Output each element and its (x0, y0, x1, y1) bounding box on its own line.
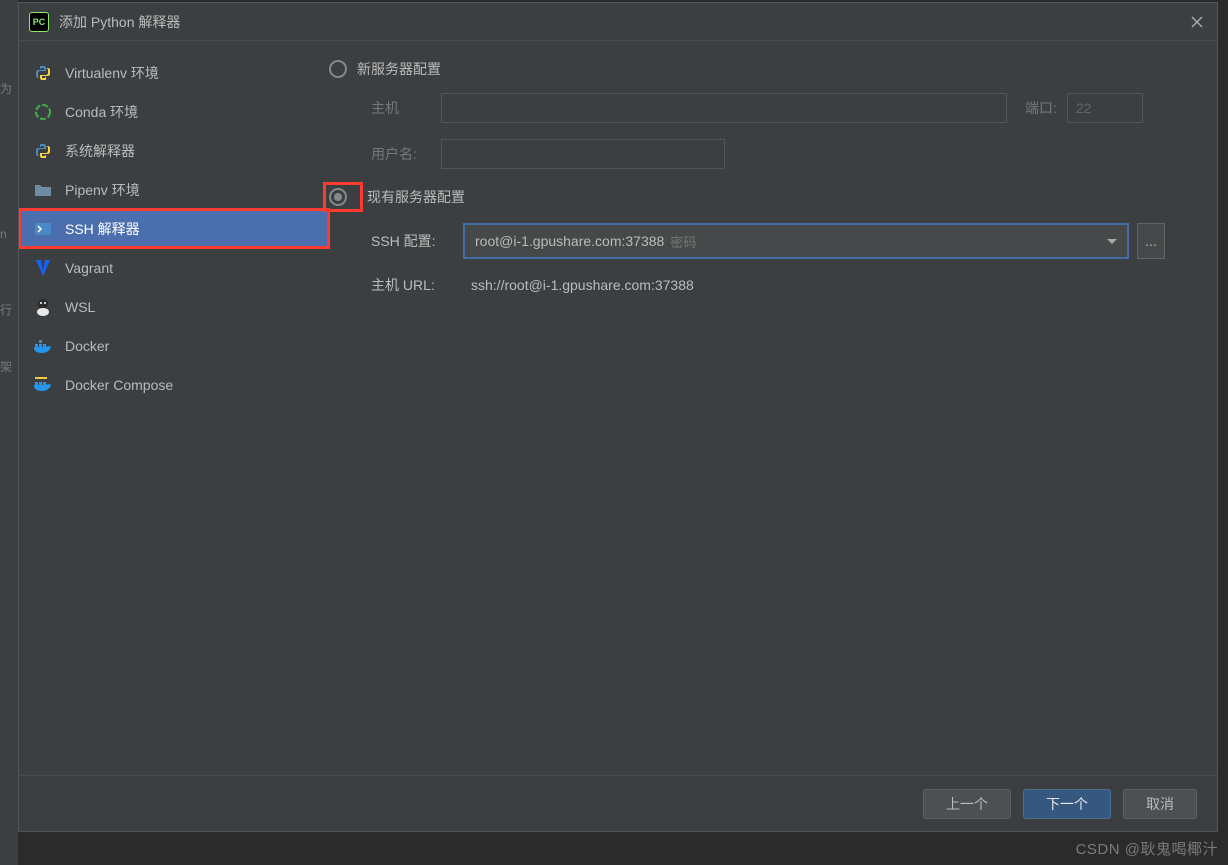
host-url-label: 主机 URL: (371, 275, 463, 295)
ssh-config-value: root@i-1.gpushare.com:37388 (475, 233, 664, 249)
chevron-down-icon (1107, 239, 1117, 244)
sidebar-item-label: Docker Compose (65, 377, 173, 393)
ssh-config-more-button[interactable]: ... (1137, 223, 1165, 259)
host-label: 主机 (371, 98, 441, 118)
sidebar-item-label: Conda 环境 (65, 102, 138, 122)
close-button[interactable] (1187, 12, 1207, 32)
host-url-value: ssh://root@i-1.gpushare.com:37388 (471, 277, 694, 293)
sidebar-item-label: Docker (65, 338, 109, 354)
conda-icon (33, 102, 53, 122)
watermark: CSDN @耿鬼喝椰汁 (1076, 838, 1218, 859)
python-icon (33, 63, 53, 83)
cancel-button[interactable]: 取消 (1123, 789, 1197, 819)
sidebar-item-label: WSL (65, 299, 95, 315)
sidebar-item-label: SSH 解释器 (65, 219, 140, 239)
sidebar-item-label: 系统解释器 (65, 141, 135, 161)
ssh-config-label: SSH 配置: (371, 231, 463, 251)
pycharm-icon: PC (29, 12, 49, 32)
next-button[interactable]: 下一个 (1023, 789, 1111, 819)
dialog-title: 添加 Python 解释器 (59, 12, 1187, 32)
prev-button[interactable]: 上一个 (923, 789, 1011, 819)
folder-icon (33, 180, 53, 200)
sidebar-item-virtualenv[interactable]: Virtualenv 环境 (19, 53, 329, 92)
radio-new-server[interactable] (329, 60, 347, 78)
sidebar-item-system[interactable]: 系统解释器 (19, 131, 329, 170)
add-interpreter-dialog: PC 添加 Python 解释器 Virtualenv 环境 Conda 环境 … (18, 2, 1218, 832)
python-icon (33, 141, 53, 161)
ssh-config-select[interactable]: root@i-1.gpushare.com:37388 密码 (463, 223, 1129, 259)
port-label: 端口: (1025, 98, 1057, 118)
docker-compose-icon (33, 375, 53, 395)
ide-gutter: 为 n 行 架 (0, 0, 18, 865)
sidebar-item-wsl[interactable]: WSL (19, 287, 329, 326)
sidebar-item-label: Vagrant (65, 260, 113, 276)
sidebar-item-ssh[interactable]: SSH 解释器 (19, 209, 329, 248)
ssh-config-hint: 密码 (670, 232, 696, 251)
radio-existing-server-label: 现有服务器配置 (367, 187, 465, 207)
radio-new-server-label: 新服务器配置 (357, 59, 441, 79)
sidebar-item-conda[interactable]: Conda 环境 (19, 92, 329, 131)
radio-existing-server[interactable] (329, 188, 347, 206)
docker-icon (33, 336, 53, 356)
linux-icon (33, 297, 53, 317)
dialog-footer: 上一个 下一个 取消 (19, 775, 1217, 831)
vagrant-icon (33, 258, 53, 278)
port-input[interactable] (1067, 93, 1143, 123)
host-input[interactable] (441, 93, 1007, 123)
sidebar-item-pipenv[interactable]: Pipenv 环境 (19, 170, 329, 209)
interpreter-type-sidebar: Virtualenv 环境 Conda 环境 系统解释器 Pipenv 环境 S… (19, 41, 329, 775)
sidebar-item-label: Pipenv 环境 (65, 180, 140, 200)
username-input[interactable] (441, 139, 725, 169)
username-label: 用户名: (371, 144, 441, 164)
sidebar-item-docker[interactable]: Docker (19, 326, 329, 365)
sidebar-item-docker-compose[interactable]: Docker Compose (19, 365, 329, 404)
sidebar-item-label: Virtualenv 环境 (65, 63, 159, 83)
ssh-icon (33, 219, 53, 239)
titlebar: PC 添加 Python 解释器 (19, 3, 1217, 41)
sidebar-item-vagrant[interactable]: Vagrant (19, 248, 329, 287)
main-panel: 新服务器配置 主机 端口: 用户名: 现有服务器配置 SSH 配置: root@… (329, 41, 1217, 775)
